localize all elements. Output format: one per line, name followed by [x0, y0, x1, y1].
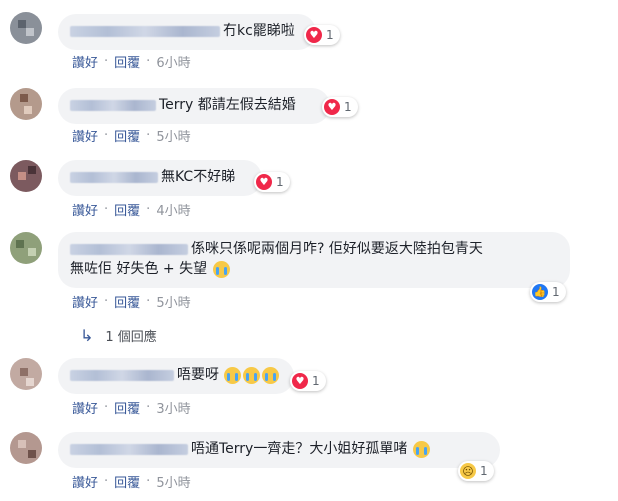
comment-actions: 讚好 · 回覆 · 5小時: [72, 292, 191, 311]
separator: ·: [146, 294, 151, 309]
timestamp[interactable]: 5小時: [156, 292, 190, 311]
separator: ·: [104, 54, 109, 69]
comment-text: 唔通Terry一齊走？大小姐好孤單啫: [191, 441, 408, 457]
commenter-name[interactable]: [70, 100, 156, 111]
like-button[interactable]: 讚好: [72, 472, 98, 491]
comment-bubble: 無KC不好睇: [58, 160, 262, 196]
reply-button[interactable]: 回覆: [114, 472, 140, 491]
like-button[interactable]: 讚好: [72, 126, 98, 145]
heart-icon: ♥: [256, 174, 272, 190]
reaction-summary[interactable]: ♥ 1: [304, 25, 340, 45]
reaction-summary[interactable]: ☹ 1: [458, 461, 494, 481]
comment-bubble: 唔要呀: [58, 358, 294, 394]
like-button[interactable]: 讚好: [72, 52, 98, 71]
reaction-count: 1: [344, 100, 352, 114]
separator: ·: [146, 400, 151, 415]
timestamp[interactable]: 6小時: [156, 52, 190, 71]
separator: ·: [104, 474, 109, 489]
avatar[interactable]: [10, 160, 42, 192]
timestamp[interactable]: 5小時: [156, 126, 190, 145]
avatar[interactable]: [10, 12, 42, 44]
comment-bubble: 冇kc罷睇啦: [58, 14, 316, 50]
commenter-name[interactable]: [70, 244, 188, 255]
crying-emoji-icon: [262, 367, 280, 384]
reaction-summary[interactable]: ♥ 1: [290, 371, 326, 391]
comment-actions: 讚好 · 回覆 · 3小時: [72, 398, 191, 417]
comment-actions: 讚好 · 回覆 · 6小時: [72, 52, 191, 71]
like-button[interactable]: 讚好: [72, 398, 98, 417]
heart-icon: ♥: [306, 27, 322, 43]
commenter-name[interactable]: [70, 444, 188, 455]
separator: ·: [104, 294, 109, 309]
reaction-count: 1: [326, 28, 334, 42]
like-button[interactable]: 讚好: [72, 200, 98, 219]
replies-count-label: 1 個回應: [105, 330, 157, 345]
comment-bubble: 係咪只係呢兩個月咋? 佢好似要返大陸拍包青天 無咗佢 好失色 + 失望: [58, 232, 570, 288]
reply-button[interactable]: 回覆: [114, 200, 140, 219]
comment-text: 唔要呀: [177, 367, 219, 383]
reaction-summary[interactable]: ♥ 1: [254, 172, 290, 192]
separator: ·: [104, 202, 109, 217]
commenter-name[interactable]: [70, 370, 174, 381]
avatar[interactable]: [10, 232, 42, 264]
comment-bubble: Terry 都請左假去結婚: [58, 88, 330, 124]
reply-button[interactable]: 回覆: [114, 292, 140, 311]
timestamp[interactable]: 5小時: [156, 472, 190, 491]
separator: ·: [146, 474, 151, 489]
crying-emoji-icon: [412, 441, 430, 458]
reaction-count: 1: [552, 285, 560, 299]
reply-button[interactable]: 回覆: [114, 52, 140, 71]
commenter-name[interactable]: [70, 172, 158, 183]
avatar[interactable]: [10, 358, 42, 390]
reply-button[interactable]: 回覆: [114, 398, 140, 417]
reaction-summary[interactable]: 👍 1: [530, 282, 566, 302]
comment-text-line-1: 係咪只係呢兩個月咋? 佢好似要返大陸拍包青天: [191, 241, 483, 257]
comment-text: Terry 都請左假去結婚: [159, 97, 296, 113]
like-icon: 👍: [532, 284, 548, 300]
comment-actions: 讚好 · 回覆 · 5小時: [72, 472, 191, 491]
view-replies-link[interactable]: ↳ 1 個回應: [80, 326, 157, 345]
sad-icon: ☹: [460, 463, 476, 479]
reaction-count: 1: [276, 175, 284, 189]
comment-actions: 讚好 · 回覆 · 4小時: [72, 200, 191, 219]
reply-arrow-icon: ↳: [80, 326, 94, 345]
heart-icon: ♥: [292, 373, 308, 389]
crying-emoji-icon: [224, 367, 242, 384]
like-button[interactable]: 讚好: [72, 292, 98, 311]
comment-text: 冇kc罷睇啦: [223, 23, 295, 39]
reply-button[interactable]: 回覆: [114, 126, 140, 145]
reaction-count: 1: [480, 464, 488, 478]
separator: ·: [146, 54, 151, 69]
separator: ·: [104, 128, 109, 143]
separator: ·: [104, 400, 109, 415]
timestamp[interactable]: 3小時: [156, 398, 190, 417]
commenter-name[interactable]: [70, 26, 220, 37]
timestamp[interactable]: 4小時: [156, 200, 190, 219]
separator: ·: [146, 128, 151, 143]
avatar[interactable]: [10, 88, 42, 120]
comment-bubble: 唔通Terry一齊走？大小姐好孤單啫: [58, 432, 500, 468]
comment-actions: 讚好 · 回覆 · 5小時: [72, 126, 191, 145]
crying-emoji-icon: [212, 260, 230, 278]
comment-text-line-2: 無咗佢 好失色 + 失望: [70, 260, 208, 277]
crying-emoji-icon: [243, 367, 261, 384]
reaction-count: 1: [312, 374, 320, 388]
separator: ·: [146, 202, 151, 217]
heart-icon: ♥: [324, 99, 340, 115]
reaction-summary[interactable]: ♥ 1: [322, 97, 358, 117]
comment-text: 無KC不好睇: [161, 169, 236, 185]
avatar[interactable]: [10, 432, 42, 464]
